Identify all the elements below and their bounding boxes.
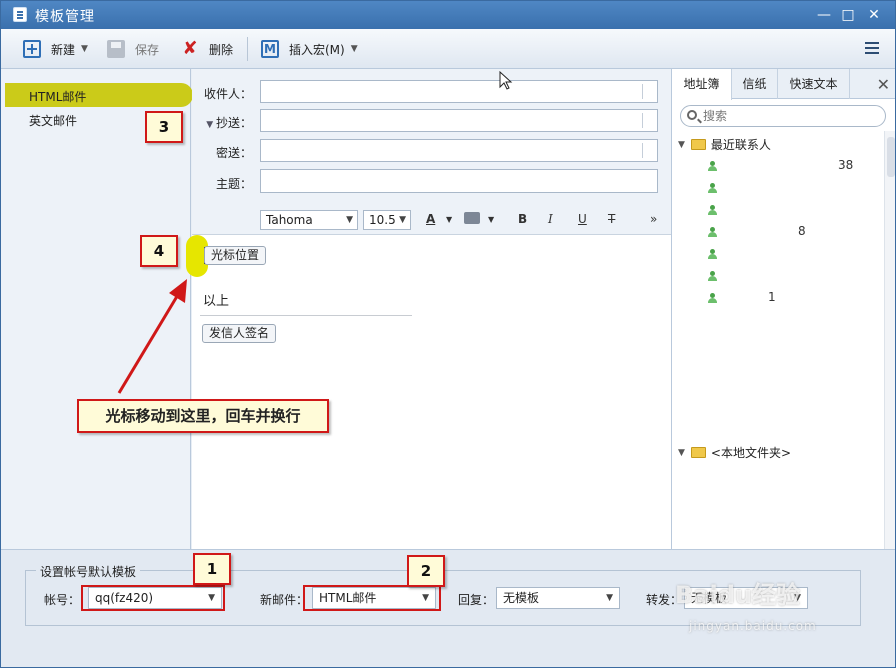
annotation-arrow bbox=[117, 279, 187, 394]
template-manager-window: 模板管理 — □ ✕ 新建 ▼ 保存 ✘ 删除 M 插入宏(M) ▼ HTML邮… bbox=[0, 0, 896, 668]
mouse-pointer-icon bbox=[499, 71, 513, 90]
watermark: Baidu经验 jingyan.baidu.com bbox=[675, 575, 855, 645]
watermark-url: jingyan.baidu.com bbox=[689, 619, 817, 633]
watermark-brand: Baidu经验 bbox=[675, 581, 800, 609]
annotation-callout: 光标移动到这里，回车并换行 bbox=[77, 399, 329, 433]
